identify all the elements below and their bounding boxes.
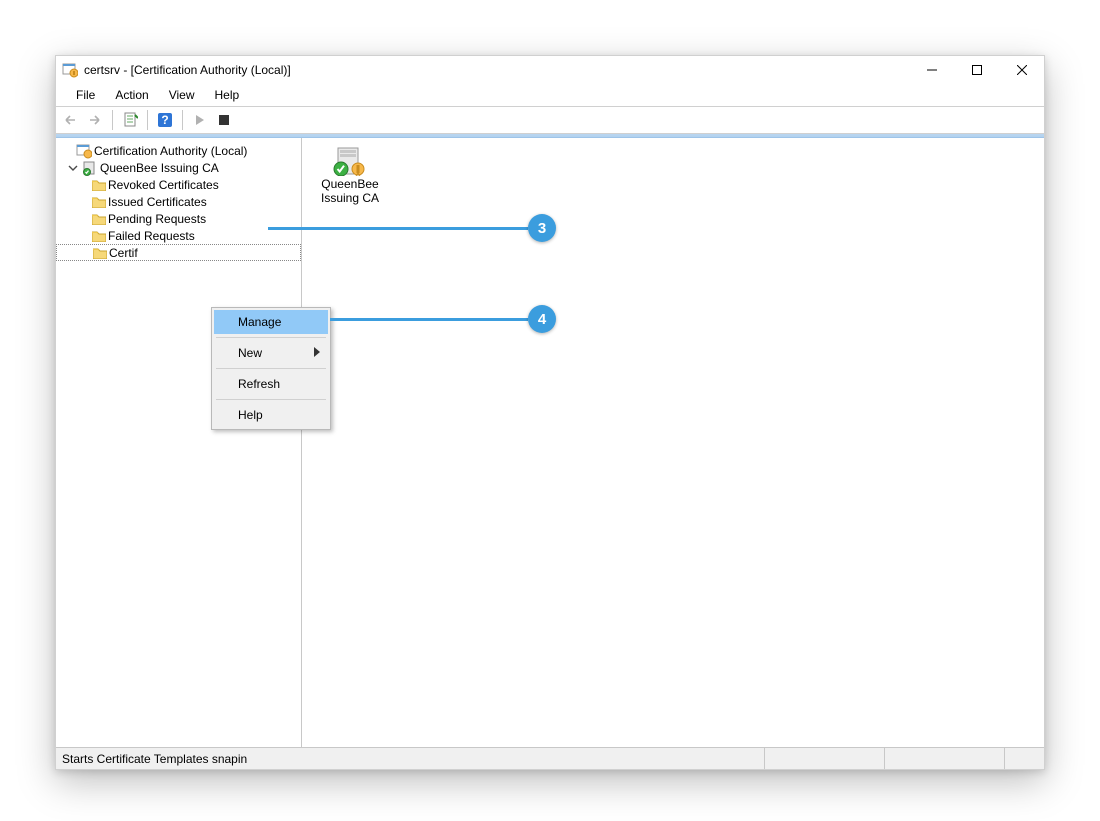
ctx-separator	[216, 399, 326, 400]
window-title: certsrv - [Certification Authority (Loca…	[84, 63, 291, 77]
tree-root-label: Certification Authority (Local)	[94, 144, 247, 158]
ctx-item-label: Help	[238, 408, 263, 422]
menu-help[interactable]: Help	[205, 86, 250, 104]
title-bar: certsrv - [Certification Authority (Loca…	[56, 56, 1044, 84]
close-icon	[1017, 65, 1027, 75]
ctx-separator	[216, 337, 326, 338]
content-item-label-line1: QueenBee	[310, 178, 390, 192]
stop-button[interactable]	[213, 109, 235, 131]
toolbar: ?	[56, 106, 1044, 134]
status-cell	[1004, 748, 1044, 769]
folder-icon	[92, 179, 106, 191]
tree-root[interactable]: Certification Authority (Local)	[56, 142, 301, 159]
help-icon: ?	[157, 112, 173, 128]
help-button[interactable]: ?	[154, 109, 176, 131]
tree-item-failed[interactable]: Failed Requests	[56, 227, 301, 244]
maximize-icon	[972, 65, 982, 75]
status-message: Starts Certificate Templates snapin	[62, 752, 764, 766]
svg-text:?: ?	[161, 113, 168, 127]
stop-icon	[218, 114, 230, 126]
content-item-label-line2: Issuing CA	[310, 192, 390, 206]
content-ca-item[interactable]: QueenBee Issuing CA	[310, 146, 390, 206]
tree-item-templates[interactable]: Certif	[56, 244, 301, 261]
status-cell	[764, 748, 884, 769]
nav-forward-button[interactable]	[84, 109, 106, 131]
folder-icon	[92, 230, 106, 242]
menu-file[interactable]: File	[66, 86, 105, 104]
play-button[interactable]	[189, 109, 211, 131]
close-button[interactable]	[999, 56, 1044, 84]
ctx-help[interactable]: Help	[214, 403, 328, 427]
app-window: certsrv - [Certification Authority (Loca…	[55, 55, 1045, 770]
nav-back-button[interactable]	[60, 109, 82, 131]
status-cell	[884, 748, 1004, 769]
toolbar-separator	[182, 110, 183, 130]
folder-icon	[92, 213, 106, 225]
document-icon	[122, 112, 138, 128]
properties-button[interactable]	[119, 109, 141, 131]
tree-item-label: Pending Requests	[108, 212, 206, 226]
ca-root-icon	[76, 143, 92, 159]
tree-item-label: Issued Certificates	[108, 195, 207, 209]
ca-server-icon	[330, 146, 370, 176]
arrow-right-icon	[87, 114, 103, 126]
ctx-manage[interactable]: Manage	[214, 310, 328, 334]
submenu-arrow-icon	[314, 346, 320, 360]
ctx-new[interactable]: New	[214, 341, 328, 365]
play-icon	[194, 114, 206, 126]
tree-ca-label: QueenBee Issuing CA	[100, 161, 219, 175]
tree-item-revoked[interactable]: Revoked Certificates	[56, 176, 301, 193]
folder-icon	[92, 196, 106, 208]
ctx-item-label: New	[238, 346, 262, 360]
tree-item-label: Failed Requests	[108, 229, 195, 243]
menu-view[interactable]: View	[159, 86, 205, 104]
maximize-button[interactable]	[954, 56, 999, 84]
ca-server-icon	[82, 160, 98, 176]
context-menu: Manage New Refresh Help	[211, 307, 331, 430]
ctx-item-label: Manage	[238, 315, 281, 329]
menu-action[interactable]: Action	[105, 86, 158, 104]
minimize-icon	[927, 65, 937, 75]
tree-item-label: Certif	[109, 246, 138, 260]
main-area: Certification Authority (Local) QueenBee…	[56, 138, 1044, 747]
tree-item-issued[interactable]: Issued Certificates	[56, 193, 301, 210]
folder-icon	[93, 247, 107, 259]
status-bar: Starts Certificate Templates snapin	[56, 747, 1044, 769]
tree-ca-node[interactable]: QueenBee Issuing CA	[56, 159, 301, 176]
chevron-down-icon[interactable]	[66, 163, 80, 173]
ctx-item-label: Refresh	[238, 377, 280, 391]
arrow-left-icon	[63, 114, 79, 126]
ctx-refresh[interactable]: Refresh	[214, 372, 328, 396]
app-icon	[62, 62, 78, 78]
minimize-button[interactable]	[909, 56, 954, 84]
tree-pane: Certification Authority (Local) QueenBee…	[56, 138, 302, 747]
toolbar-separator	[147, 110, 148, 130]
tree-item-label: Revoked Certificates	[108, 178, 219, 192]
tree-item-pending[interactable]: Pending Requests	[56, 210, 301, 227]
menu-bar: File Action View Help	[56, 84, 1044, 106]
ctx-separator	[216, 368, 326, 369]
content-pane[interactable]: QueenBee Issuing CA	[302, 138, 1044, 747]
toolbar-separator	[112, 110, 113, 130]
